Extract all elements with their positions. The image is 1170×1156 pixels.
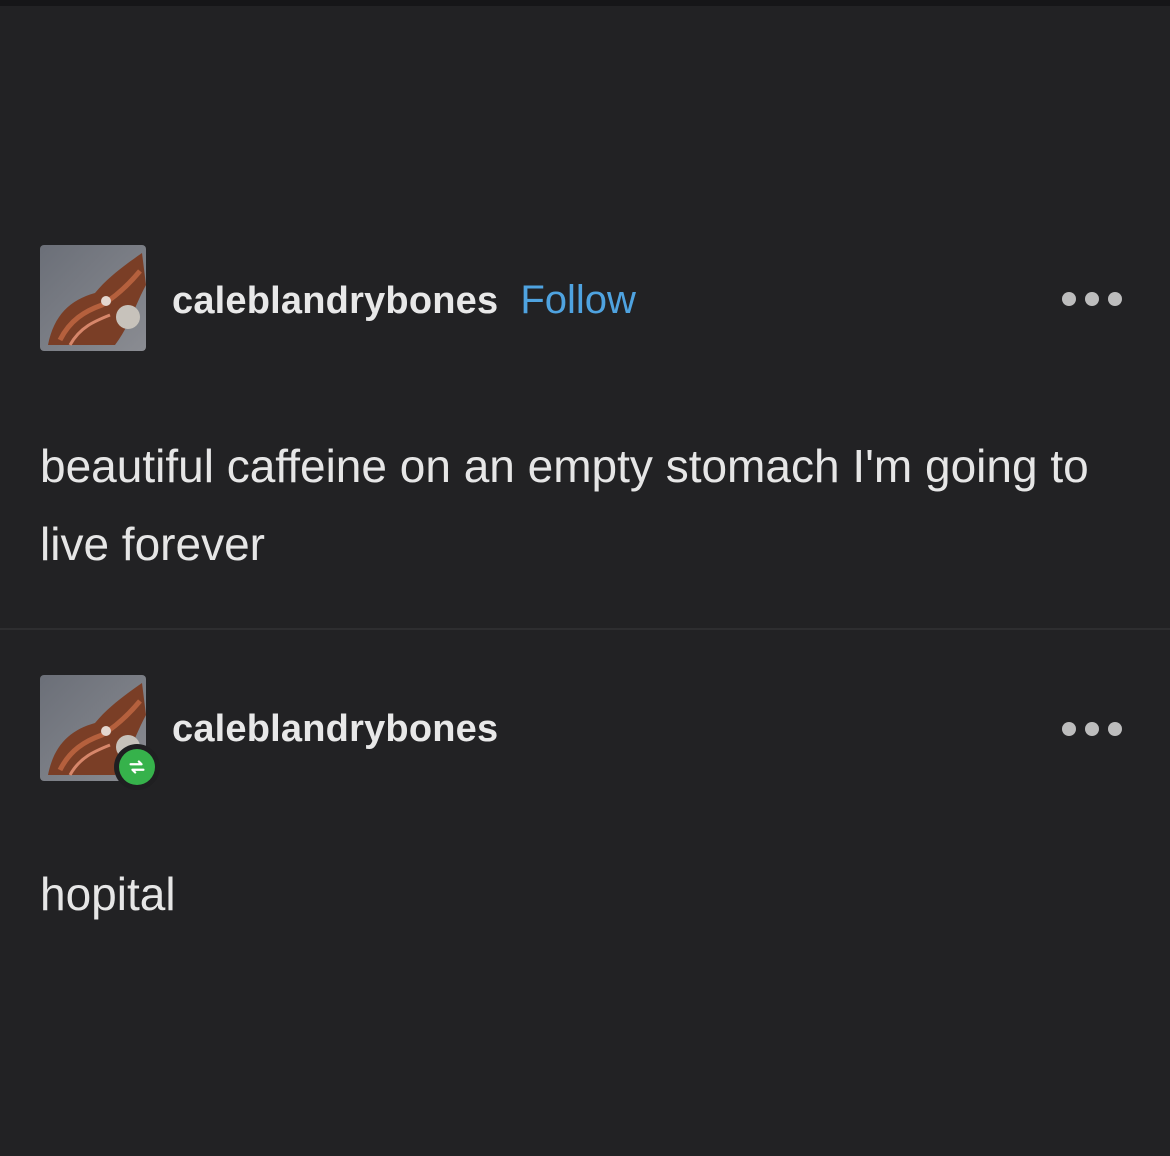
follow-button[interactable]: Follow — [520, 278, 636, 323]
post-header: caleblandrybones Follow — [172, 278, 636, 323]
post-reblog: caleblandrybones hopital — [0, 630, 1170, 1156]
more-dot — [1062, 722, 1076, 736]
username[interactable]: caleblandrybones — [172, 280, 498, 323]
avatar-image — [40, 245, 146, 351]
more-options-icon[interactable] — [1062, 719, 1122, 739]
post-header: caleblandrybones — [172, 708, 498, 751]
post-body: hopital — [40, 868, 176, 920]
more-dot — [1062, 292, 1076, 306]
more-dot — [1108, 292, 1122, 306]
reblog-icon — [119, 749, 155, 785]
post-body: beautiful caffeine on an empty stomach I… — [40, 440, 1089, 570]
more-dot — [1085, 722, 1099, 736]
more-dot — [1108, 722, 1122, 736]
more-dot — [1085, 292, 1099, 306]
avatar[interactable] — [40, 245, 146, 351]
more-options-icon[interactable] — [1062, 289, 1122, 309]
reblog-badge — [114, 744, 160, 790]
post-original: caleblandrybones Follow beautiful caffei… — [0, 0, 1170, 628]
username[interactable]: caleblandrybones — [172, 708, 498, 751]
